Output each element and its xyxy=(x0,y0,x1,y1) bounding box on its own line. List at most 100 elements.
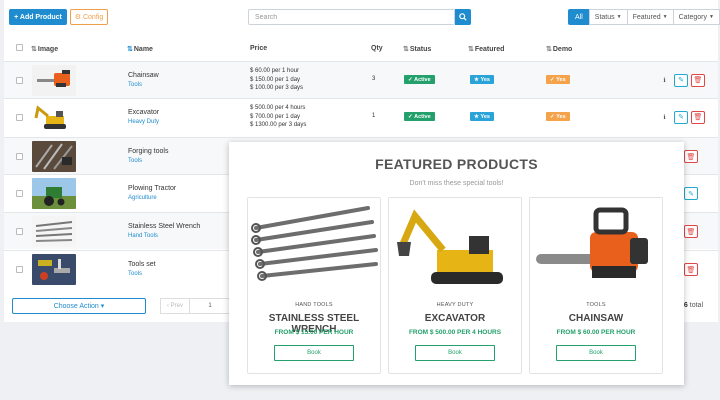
table-row: Excavator Heavy Duty $ 500.00 per 4 hour… xyxy=(4,98,718,135)
status-badge-label: Active xyxy=(414,113,431,120)
column-header-label: Name xyxy=(133,45,153,53)
product-card-image xyxy=(389,198,521,294)
product-price: $ 60.00 per 1 hour $ 150.00 per 1 day $ … xyxy=(250,67,303,93)
status-badge[interactable]: ✓ Active xyxy=(404,75,435,84)
price-line: $ 700.00 per 1 day xyxy=(250,113,301,120)
filter-featured[interactable]: Featured ▼ xyxy=(626,9,674,25)
info-icon[interactable]: ℹ xyxy=(660,73,669,87)
book-button[interactable]: Book xyxy=(415,345,495,361)
product-thumbnail xyxy=(32,216,76,247)
product-name-link[interactable]: Forging tools xyxy=(128,148,168,155)
featured-badge[interactable]: ★ Yes xyxy=(470,75,494,84)
trash-icon: 🗑 xyxy=(693,77,703,84)
sort-icon: ⇅ xyxy=(127,46,133,53)
product-category-link[interactable]: Tools xyxy=(128,158,142,164)
product-card-price: FROM $ 500.00 PER 4 HOURS xyxy=(408,329,502,336)
edit-button[interactable]: ✎ xyxy=(674,73,688,87)
product-card-image xyxy=(530,198,662,294)
product-category-link[interactable]: Hand Tools xyxy=(128,233,158,239)
column-header-image[interactable]: ⇅ Image xyxy=(31,45,59,54)
trash-icon: 🗑 xyxy=(686,153,696,161)
filter-all[interactable]: All xyxy=(568,9,590,25)
book-button[interactable]: Book xyxy=(556,345,636,361)
demo-badge-label: Yes xyxy=(556,113,566,120)
search-button[interactable] xyxy=(455,9,471,25)
filter-featured-label: Featured xyxy=(632,13,661,21)
product-thumbnail xyxy=(32,141,76,172)
filter-category-label: Category xyxy=(678,13,707,21)
featured-badge-label: Yes xyxy=(480,113,490,120)
sort-icon: ⇅ xyxy=(546,46,552,53)
product-category-link[interactable]: Tools xyxy=(128,82,142,88)
featured-badge-label: Yes xyxy=(480,76,490,83)
prev-page-button[interactable]: ‹ Prev xyxy=(160,298,190,314)
search-icon xyxy=(459,13,467,21)
row-checkbox[interactable] xyxy=(16,190,23,197)
config-button[interactable]: ⚙ Config xyxy=(70,9,108,25)
row-checkbox[interactable] xyxy=(16,228,23,235)
add-product-button[interactable]: + Add Product xyxy=(9,9,67,25)
product-name-link[interactable]: Plowing Tractor xyxy=(128,185,176,192)
delete-button[interactable]: 🗑 xyxy=(691,73,705,87)
table-row: Chainsaw Tools $ 60.00 per 1 hour $ 150.… xyxy=(4,61,718,98)
demo-badge[interactable]: ✓ Yes xyxy=(546,75,570,84)
product-card: TOOLS CHAINSAW FROM $ 60.00 PER HOUR Boo… xyxy=(529,197,663,374)
filter-status[interactable]: Status ▼ xyxy=(588,9,628,25)
row-checkbox[interactable] xyxy=(16,266,23,273)
column-header-status[interactable]: ⇅ Status xyxy=(403,45,431,54)
product-name-link[interactable]: Excavator xyxy=(128,109,159,116)
filter-category[interactable]: Category ▼ xyxy=(672,9,720,25)
book-button[interactable]: Book xyxy=(274,345,354,361)
column-header-name[interactable]: ⇅ Name xyxy=(127,45,153,54)
pencil-icon: ✎ xyxy=(678,77,684,84)
trash-icon: 🗑 xyxy=(686,266,696,274)
search-input[interactable] xyxy=(248,9,455,25)
row-checkbox[interactable] xyxy=(16,77,23,84)
edit-button[interactable]: ✎ xyxy=(684,187,698,200)
product-card-name[interactable]: EXCAVATOR xyxy=(389,313,521,324)
product-name-link[interactable]: Stainless Steel Wrench xyxy=(128,223,200,230)
select-all-checkbox[interactable] xyxy=(16,44,23,51)
demo-badge[interactable]: ✓ Yes xyxy=(546,112,570,121)
column-header-price: Price xyxy=(250,45,267,52)
delete-button[interactable]: 🗑 xyxy=(684,225,698,238)
price-line: $ 150.00 per 1 day xyxy=(250,76,301,83)
column-header-demo[interactable]: ⇅ Demo xyxy=(546,45,572,54)
product-name-link[interactable]: Chainsaw xyxy=(128,72,159,79)
product-card-name[interactable]: CHAINSAW xyxy=(530,313,662,324)
column-header-label: Image xyxy=(37,45,59,53)
product-thumbnail xyxy=(32,178,76,209)
status-badge[interactable]: ✓ Active xyxy=(404,112,435,121)
trash-icon: 🗑 xyxy=(693,114,703,121)
info-icon[interactable]: ℹ xyxy=(660,110,669,124)
delete-button[interactable]: 🗑 xyxy=(684,150,698,163)
product-category-link[interactable]: Heavy Duty xyxy=(128,119,159,125)
row-checkbox[interactable] xyxy=(16,114,23,121)
filter-status-label: Status xyxy=(594,13,615,21)
product-qty: 3 xyxy=(372,76,376,82)
column-header-featured[interactable]: ⇅ Featured xyxy=(468,45,504,54)
product-category-link[interactable]: Agriculture xyxy=(128,195,157,201)
choose-action-button[interactable]: Choose Action ▾ xyxy=(12,298,146,314)
product-name-link[interactable]: Tools set xyxy=(128,261,156,268)
caret-down-icon: ▼ xyxy=(662,14,668,20)
demo-badge-label: Yes xyxy=(556,76,566,83)
product-category-link[interactable]: Tools xyxy=(128,271,142,277)
product-thumbnail xyxy=(32,65,76,96)
caret-down-icon: ▼ xyxy=(708,14,714,20)
total-number: 6 xyxy=(683,302,688,309)
status-badge-label: Active xyxy=(414,76,431,83)
total-suffix: total xyxy=(689,302,703,309)
product-card-image xyxy=(248,198,380,294)
featured-badge[interactable]: ★ Yes xyxy=(470,112,494,121)
caret-down-icon: ▼ xyxy=(616,14,622,20)
row-checkbox[interactable] xyxy=(16,153,23,160)
edit-button[interactable]: ✎ xyxy=(674,110,688,124)
delete-button[interactable]: 🗑 xyxy=(684,263,698,276)
product-card-price: FROM $ 15.00 PER HOUR xyxy=(274,329,354,336)
page-number-button[interactable]: 1 xyxy=(189,298,231,314)
filter-group: All Status ▼ Featured ▼ Category ▼ xyxy=(568,9,720,25)
product-card: HEAVY DUTY EXCAVATOR FROM $ 500.00 PER 4… xyxy=(388,197,522,374)
delete-button[interactable]: 🗑 xyxy=(691,110,705,124)
product-card-category: HAND TOOLS xyxy=(295,302,333,308)
